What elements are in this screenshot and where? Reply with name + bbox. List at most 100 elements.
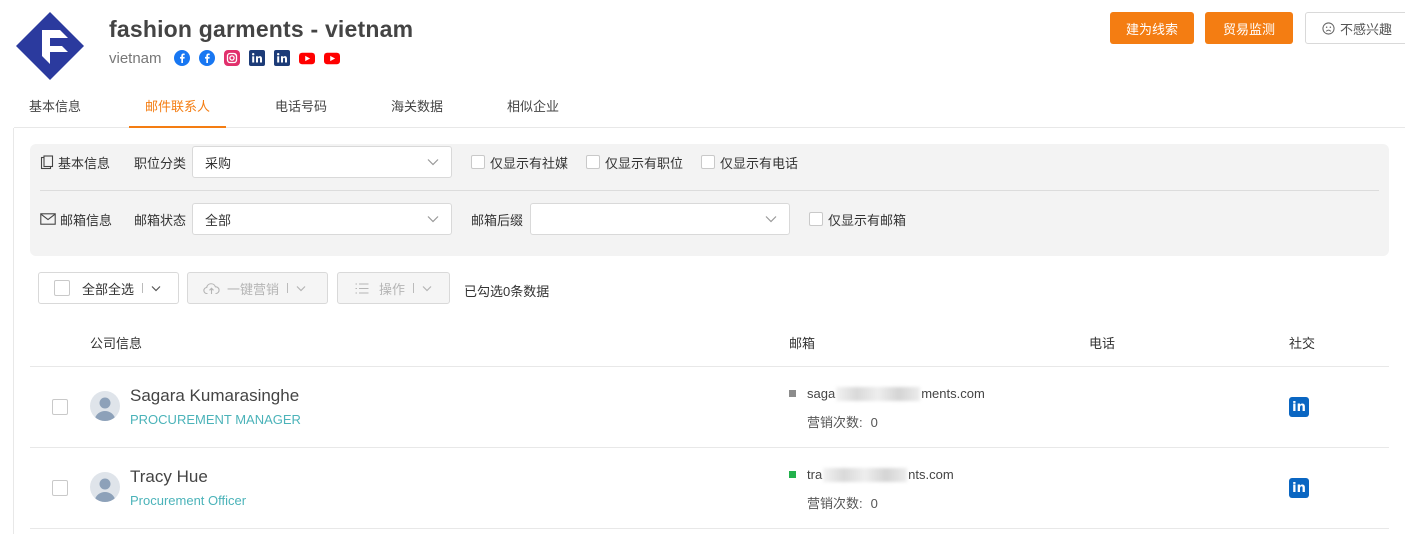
only-email-label: 仅显示有邮箱 [828, 212, 907, 228]
email-status-select[interactable]: 全部 [192, 203, 452, 235]
contact-email[interactable]: saga ments.com [789, 386, 985, 401]
email-suffix: nts.com [908, 467, 954, 482]
marketing-count: 营销次数: 0 [807, 493, 878, 512]
contact-email[interactable]: tra nts.com [789, 467, 954, 482]
list-icon [355, 282, 369, 294]
checkbox[interactable] [586, 155, 600, 169]
company-country: vietnam [109, 49, 162, 67]
one-click-marketing-button[interactable]: 一键营销 [187, 272, 328, 304]
position-label: 职位分类 [134, 155, 187, 171]
linkedin-icon[interactable] [273, 50, 290, 66]
chevron-down-icon [765, 216, 777, 223]
youtube-icon[interactable] [298, 50, 315, 66]
not-interested-button[interactable]: 不感兴趣 [1305, 12, 1405, 44]
chevron-down-icon [422, 285, 432, 291]
contact-title: PROCUREMENT MANAGER [130, 412, 301, 427]
email-suffix: ments.com [921, 386, 985, 401]
linkedin-icon[interactable]: in [1289, 397, 1309, 417]
email-prefix: tra [807, 467, 823, 482]
email-info-section: 邮箱信息 [40, 210, 112, 229]
email-redacted [836, 386, 921, 401]
social-links [173, 50, 340, 66]
facebook-icon[interactable] [198, 50, 215, 66]
marketing-count-label: 营销次数: [807, 415, 863, 430]
email-status-dot [789, 390, 796, 397]
only-position-label: 仅显示有职位 [605, 155, 684, 171]
position-select-value: 采购 [205, 155, 232, 171]
separator [413, 283, 415, 293]
create-lead-button[interactable]: 建为线索 [1110, 12, 1194, 44]
email-suffix-label: 邮箱后缀 [471, 212, 524, 228]
left-divider [13, 128, 14, 534]
column-header-company: 公司信息 [90, 336, 143, 351]
only-social-checkbox[interactable]: 仅显示有社媒 [471, 153, 568, 172]
email-redacted [823, 467, 908, 482]
marketing-count-value: 0 [870, 496, 878, 511]
only-social-label: 仅显示有社媒 [490, 155, 569, 171]
chevron-down-icon [427, 159, 439, 166]
column-header-social: 社交 [1289, 336, 1316, 351]
select-all-checkbox[interactable] [54, 280, 70, 296]
company-name: fashion garments - vietnam [109, 16, 414, 42]
column-header-email: 邮箱 [789, 336, 816, 351]
tab-similar-companies[interactable]: 相似企业 [493, 92, 573, 128]
checkbox[interactable] [809, 212, 823, 226]
email-status-value: 全部 [205, 212, 232, 228]
contact-name[interactable]: Sagara Kumarasinghe [130, 386, 299, 406]
linkedin-icon[interactable] [248, 50, 265, 66]
youtube-icon[interactable] [323, 50, 340, 66]
basic-info-label: 基本信息 [58, 155, 111, 171]
chevron-down-icon [296, 285, 306, 291]
tab-email-contacts[interactable]: 邮件联系人 [129, 92, 226, 128]
marketing-count: 营销次数: 0 [807, 412, 878, 431]
tab-phone-numbers[interactable]: 电话号码 [261, 92, 341, 128]
facebook-icon[interactable] [173, 50, 190, 66]
email-status-dot [789, 471, 796, 478]
tab-bar: 基本信息 邮件联系人 电话号码 海关数据 相似企业 [14, 92, 1405, 128]
chevron-down-icon [151, 285, 161, 291]
selected-count: 已勾选0条数据 [464, 284, 550, 299]
filter-row-basic: 基本信息 职位分类 采购 仅显示有社媒 仅显示有职位 仅显示有电话 [30, 146, 1389, 178]
position-select[interactable]: 采购 [192, 146, 452, 178]
only-email-checkbox[interactable]: 仅显示有邮箱 [809, 210, 906, 229]
actions-label: 操作 [379, 281, 406, 297]
email-status-label: 邮箱状态 [134, 212, 187, 228]
only-position-checkbox[interactable]: 仅显示有职位 [586, 153, 683, 172]
contact-title: Procurement Officer [130, 493, 247, 508]
linkedin-icon[interactable]: in [1289, 478, 1309, 498]
checkbox[interactable] [701, 155, 715, 169]
filter-panel: 基本信息 职位分类 采购 仅显示有社媒 仅显示有职位 仅显示有电话 邮箱信息 邮… [30, 144, 1389, 256]
envelope-icon [40, 213, 56, 225]
cloud-upload-icon [203, 282, 220, 294]
email-info-label: 邮箱信息 [60, 212, 113, 228]
table-row: Sagara Kumarasinghe PROCUREMENT MANAGER … [30, 367, 1389, 448]
tab-customs-data[interactable]: 海关数据 [377, 92, 457, 128]
row-checkbox[interactable] [52, 480, 68, 496]
clipboard-icon [40, 154, 54, 169]
marketing-count-label: 营销次数: [807, 496, 863, 511]
column-header-phone: 电话 [1089, 336, 1116, 351]
instagram-icon[interactable] [223, 50, 240, 66]
avatar [90, 472, 120, 502]
checkbox[interactable] [471, 155, 485, 169]
email-prefix: saga [807, 386, 836, 401]
separator [142, 283, 144, 293]
actions-button[interactable]: 操作 [337, 272, 450, 304]
tab-basic-info[interactable]: 基本信息 [14, 92, 96, 128]
filter-divider [40, 190, 1379, 191]
chevron-down-icon [427, 216, 439, 223]
filter-row-email: 邮箱信息 邮箱状态 全部 邮箱后缀 仅显示有邮箱 [30, 203, 1389, 235]
frown-face-icon [1322, 21, 1335, 35]
row-checkbox[interactable] [52, 399, 68, 415]
company-logo [16, 12, 84, 80]
select-all-button[interactable]: 全部全选 [38, 272, 179, 304]
avatar [90, 391, 120, 421]
contact-name[interactable]: Tracy Hue [130, 467, 208, 487]
trade-monitor-button[interactable]: 贸易监测 [1205, 12, 1293, 44]
company-subline: vietnam [109, 49, 340, 67]
only-phone-checkbox[interactable]: 仅显示有电话 [701, 153, 798, 172]
email-suffix-select[interactable] [530, 203, 790, 235]
only-phone-label: 仅显示有电话 [720, 155, 799, 171]
basic-info-section: 基本信息 [40, 153, 110, 172]
select-all-label: 全部全选 [82, 281, 135, 297]
